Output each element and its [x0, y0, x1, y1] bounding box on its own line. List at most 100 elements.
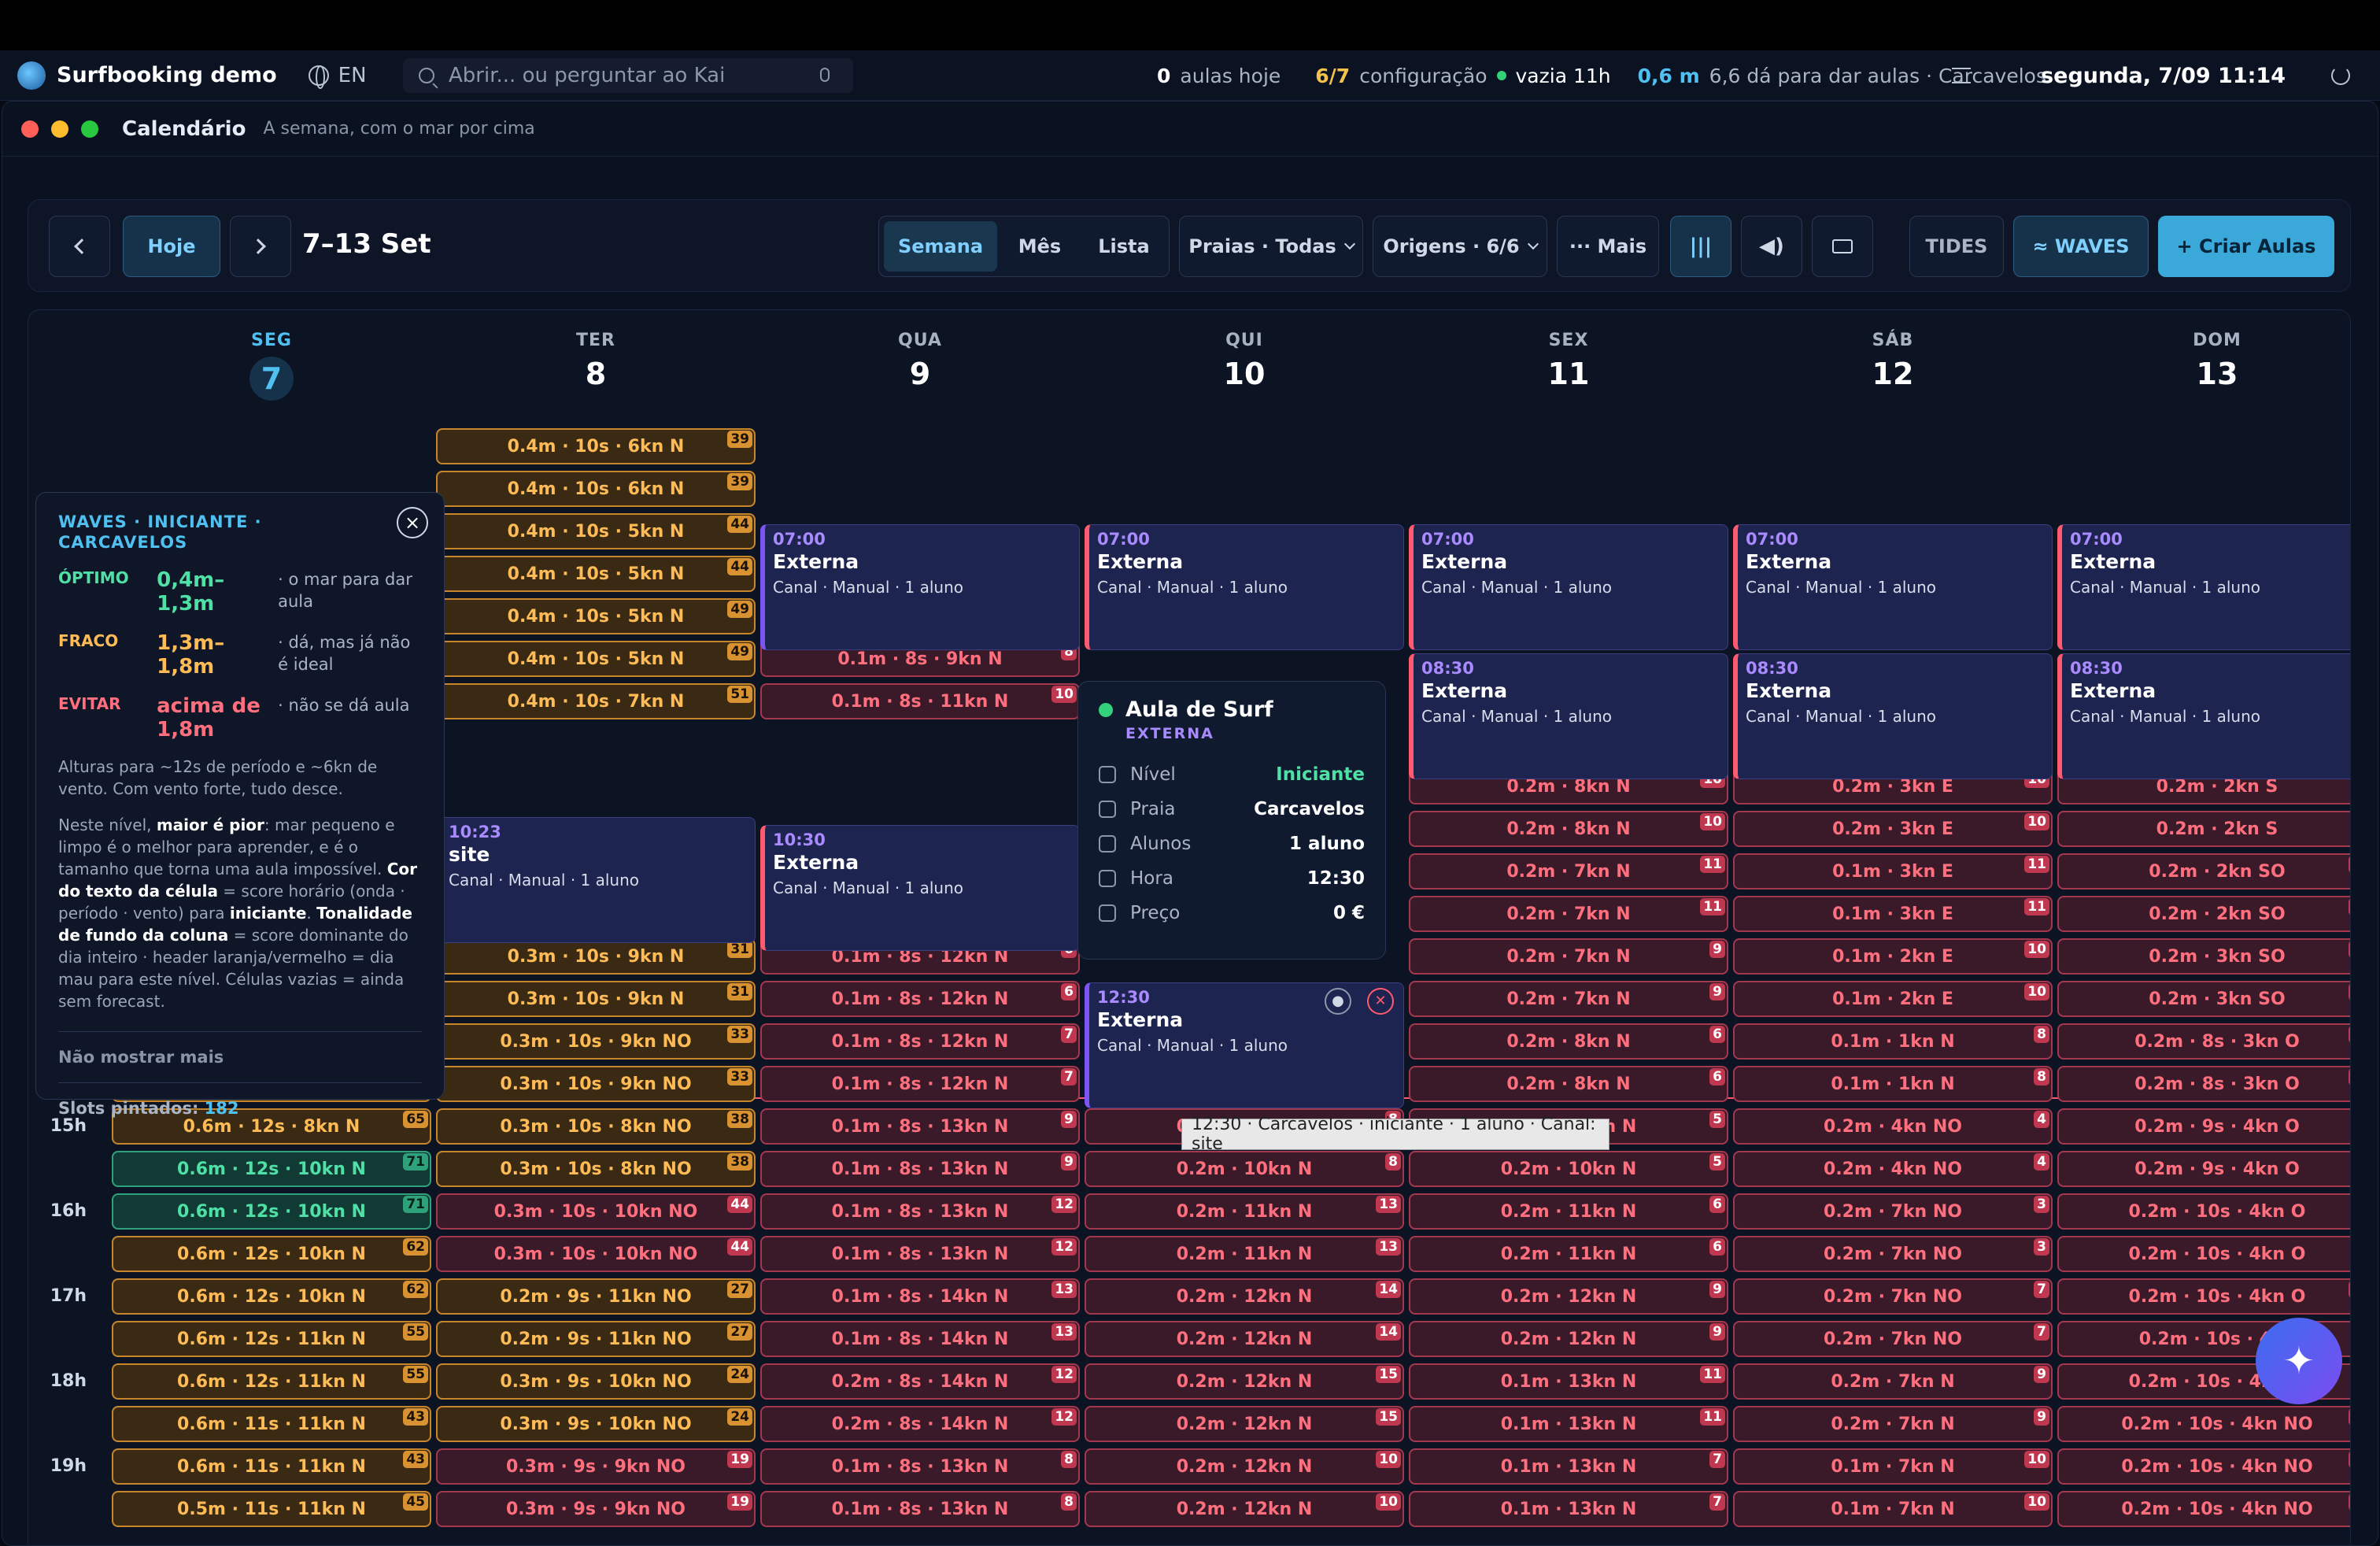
forecast-slot[interactable]: 0.2m · 10s · 4kn NO 13: [2057, 1491, 2350, 1527]
tab-week[interactable]: Semana: [884, 221, 997, 272]
forecast-slot[interactable]: 0.4m · 10s · 5kn N 49: [436, 641, 756, 677]
class-event[interactable]: 10:30 Externa Canal · Manual · 1 aluno: [760, 825, 1080, 951]
forecast-slot[interactable]: 0.1m · 8s · 13kn N 12: [760, 1236, 1080, 1272]
forecast-slot[interactable]: 0.1m · 2kn E 10: [1733, 981, 2053, 1017]
forecast-slot[interactable]: 0.2m · 12kn N 9: [1409, 1321, 1728, 1357]
forecast-slot[interactable]: 0.1m · 8s · 12kn N 7: [760, 1023, 1080, 1060]
forecast-slot[interactable]: 0.6m · 11s · 11kn N 43: [112, 1406, 431, 1442]
waves-toggle[interactable]: ≈ WAVES: [2013, 216, 2149, 277]
close-legend-button[interactable]: ×: [397, 507, 428, 538]
settings-sliders-icon[interactable]: [1952, 68, 1971, 83]
today-button[interactable]: Hoje: [123, 216, 220, 277]
forecast-slot[interactable]: 0.2m · 7kn N 9: [1733, 1406, 2053, 1442]
forecast-slot[interactable]: 0.2m · 2kn S7: [2057, 811, 2350, 847]
forecast-slot[interactable]: 0.2m · 9s · 4kn O8: [2057, 1151, 2350, 1187]
class-event[interactable]: 07:00 Externa Canal · Manual · 1 aluno: [1409, 524, 1728, 650]
forecast-slot[interactable]: 0.4m · 10s · 5kn N 44: [436, 556, 756, 592]
forecast-slot[interactable]: 0.4m · 10s · 6kn N 39: [436, 428, 756, 464]
forecast-slot[interactable]: 0.3m · 10s · 10kn NO 44: [436, 1193, 756, 1230]
forecast-slot[interactable]: 0.6m · 11s · 11kn N 43: [112, 1448, 431, 1485]
forecast-slot[interactable]: 0.1m · 13kn N 7: [1409, 1448, 1728, 1485]
day-header-sex[interactable]: SEX 11: [1409, 310, 1728, 428]
forecast-slot[interactable]: 0.2m · 8kn N 10: [1409, 811, 1728, 847]
forecast-slot[interactable]: 0.1m · 8s · 13kn N 8: [760, 1491, 1080, 1527]
forecast-slot[interactable]: 0.2m · 12kn N 9: [1409, 1278, 1728, 1315]
beaches-filter[interactable]: Praias · Todas: [1179, 216, 1363, 277]
forecast-slot[interactable]: 0.3m · 9s · 9kn NO 19: [436, 1448, 756, 1485]
forecast-slot[interactable]: 0.3m · 9s · 10kn NO 24: [436, 1406, 756, 1442]
forecast-slot[interactable]: 0.2m · 10kn N 5: [1409, 1151, 1728, 1187]
day-header-sáb[interactable]: SÁB 12: [1733, 310, 2053, 428]
forecast-slot[interactable]: 0.2m · 10s · 4kn O6: [2057, 1236, 2350, 1272]
class-event[interactable]: 12:30 Externa Canal · Manual · 1 aluno ● ✕: [1085, 982, 1404, 1108]
forecast-slot[interactable]: 0.6m · 12s · 10kn N 62: [112, 1278, 431, 1315]
class-event[interactable]: 07:00 Externa Canal · Manual · 1 aluno: [1085, 524, 1404, 650]
forecast-slot[interactable]: 0.6m · 12s · 10kn N 71: [112, 1193, 431, 1230]
forecast-slot[interactable]: 0.2m · 2kn SO 10: [2057, 853, 2350, 890]
forecast-slot[interactable]: 0.6m · 12s · 10kn N 62: [112, 1236, 431, 1272]
forecast-slot[interactable]: 0.3m · 10s · 9kn N 31: [436, 981, 756, 1017]
forecast-slot[interactable]: 0.2m · 7kn N 11: [1409, 853, 1728, 890]
forecast-slot[interactable]: 0.2m · 8kn N 6: [1409, 1023, 1728, 1060]
power-icon[interactable]: [2331, 66, 2350, 85]
forecast-slot[interactable]: 0.1m · 13kn N 7: [1409, 1491, 1728, 1527]
forecast-slot[interactable]: 0.2m · 10s · 4kn O 11: [2057, 1278, 2350, 1315]
next-week-button[interactable]: [230, 216, 291, 277]
forecast-slot[interactable]: 0.1m · 1kn N 8: [1733, 1023, 2053, 1060]
class-event[interactable]: 08:30 Externa Canal · Manual · 1 aluno: [1409, 653, 1728, 779]
class-event[interactable]: 07:00 Externa Canal · Manual · 1 aluno: [760, 524, 1080, 650]
forecast-slot[interactable]: 0.2m · 9s · 11kn NO 27: [436, 1321, 756, 1357]
forecast-slot[interactable]: 0.2m · 12kn N 15: [1085, 1406, 1404, 1442]
forecast-slot[interactable]: 0.6m · 12s · 11kn N 55: [112, 1363, 431, 1400]
forecast-slot[interactable]: 0.1m · 8s · 13kn N 9: [760, 1108, 1080, 1145]
day-header-qui[interactable]: QUI 10: [1085, 310, 1404, 428]
forecast-slot[interactable]: 0.2m · 12kn N 14: [1085, 1321, 1404, 1357]
forecast-slot[interactable]: 0.2m · 10s · 4kn O6: [2057, 1193, 2350, 1230]
forecast-slot[interactable]: 0.2m · 7kn NO 3: [1733, 1236, 2053, 1272]
minimize-window-button[interactable]: [51, 120, 68, 138]
forecast-slot[interactable]: 0.2m · 7kn N 9: [1409, 938, 1728, 975]
forecast-slot[interactable]: 0.2m · 7kn NO 7: [1733, 1321, 2053, 1357]
forecast-slot[interactable]: 0.2m · 7kn N 9: [1409, 981, 1728, 1017]
forecast-slot[interactable]: 0.2m · 11kn N 13: [1085, 1236, 1404, 1272]
forecast-slot[interactable]: 0.2m · 8s · 3kn O 10: [2057, 1066, 2350, 1102]
forecast-slot[interactable]: 0.6m · 12s · 11kn N 55: [112, 1321, 431, 1357]
forecast-slot[interactable]: 0.2m · 10kn N 8: [1085, 1151, 1404, 1187]
sound-button[interactable]: ◀): [1741, 216, 1802, 277]
forecast-slot[interactable]: 0.3m · 9s · 9kn NO 19: [436, 1491, 756, 1527]
forecast-slot[interactable]: 0.2m · 12kn N 14: [1085, 1278, 1404, 1315]
language-switcher[interactable]: EN: [308, 64, 367, 89]
forecast-slot[interactable]: 0.2m · 10s · 4kn NO 13: [2057, 1448, 2350, 1485]
forecast-slot[interactable]: 0.2m · 7kn N 9: [1733, 1363, 2053, 1400]
close-window-button[interactable]: [21, 120, 39, 138]
forecast-slot[interactable]: 0.2m · 11kn N 6: [1409, 1236, 1728, 1272]
more-button[interactable]: ··· Mais: [1557, 216, 1659, 277]
origins-filter[interactable]: Origens · 6/6: [1373, 216, 1547, 277]
day-header-ter[interactable]: TER 8: [436, 310, 756, 428]
class-event[interactable]: 07:00 Externa Canal · Manual · 1 aluno: [2057, 524, 2350, 650]
forecast-slot[interactable]: 0.2m · 3kn SO 11: [2057, 981, 2350, 1017]
forecast-slot[interactable]: 0.1m · 3kn E 11: [1733, 853, 2053, 890]
forecast-slot[interactable]: 0.3m · 9s · 10kn NO 24: [436, 1363, 756, 1400]
forecast-slot[interactable]: 0.2m · 8s · 14kn N 12: [760, 1363, 1080, 1400]
class-event[interactable]: 10:23 site Canal · Manual · 1 aluno: [436, 817, 756, 943]
forecast-slot[interactable]: 0.2m · 2kn SO 10: [2057, 896, 2350, 932]
create-classes-button[interactable]: + Criar Aulas: [2158, 216, 2334, 277]
forecast-slot[interactable]: 0.2m · 9s · 4kn O8: [2057, 1108, 2350, 1145]
forecast-slot[interactable]: 0.3m · 10s · 9kn N 31: [436, 938, 756, 975]
delete-icon[interactable]: ✕: [1367, 988, 1394, 1015]
microphone-icon[interactable]: ●: [1325, 988, 1351, 1015]
forecast-slot[interactable]: 0.3m · 10s · 8kn NO 38: [436, 1151, 756, 1187]
tab-list[interactable]: Lista: [1082, 221, 1166, 272]
dont-show-again-link[interactable]: Não mostrar mais: [58, 1048, 422, 1067]
forecast-slot[interactable]: 0.4m · 10s · 5kn N 44: [436, 513, 756, 549]
forecast-slot[interactable]: 0.6m · 12s · 10kn N 71: [112, 1151, 431, 1187]
forecast-slot[interactable]: 0.3m · 10s · 8kn NO 38: [436, 1108, 756, 1145]
forecast-slot[interactable]: 0.3m · 10s · 10kn NO 44: [436, 1236, 756, 1272]
forecast-slot[interactable]: 0.1m · 8s · 14kn N 13: [760, 1278, 1080, 1315]
forecast-slot[interactable]: 0.2m · 3kn SO 11: [2057, 938, 2350, 975]
ai-assistant-button[interactable]: ✦: [2256, 1318, 2342, 1404]
tab-month[interactable]: Mês: [1002, 221, 1077, 272]
class-event[interactable]: 08:30 Externa Canal · Manual · 1 aluno: [1733, 653, 2053, 779]
forecast-slot[interactable]: 0.4m · 10s · 7kn N 51: [436, 683, 756, 719]
